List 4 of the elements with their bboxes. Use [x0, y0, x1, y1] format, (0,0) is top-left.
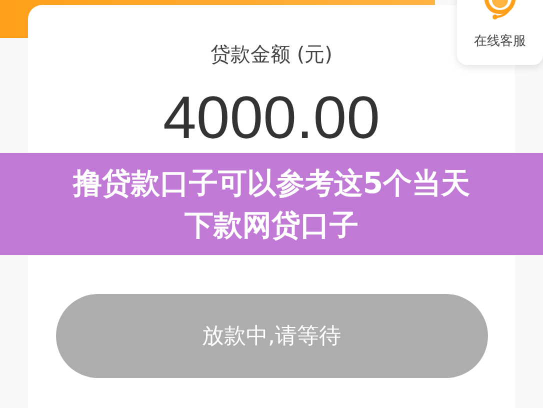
banner-title: 撸贷款口子可以参考这5个当天下款网贷口子 [71, 165, 472, 244]
customer-service-button[interactable]: 在线客服 [457, 0, 543, 65]
loan-amount: 4000.00 [163, 83, 380, 153]
loan-amount-label: 贷款金额 (元) [210, 41, 332, 68]
